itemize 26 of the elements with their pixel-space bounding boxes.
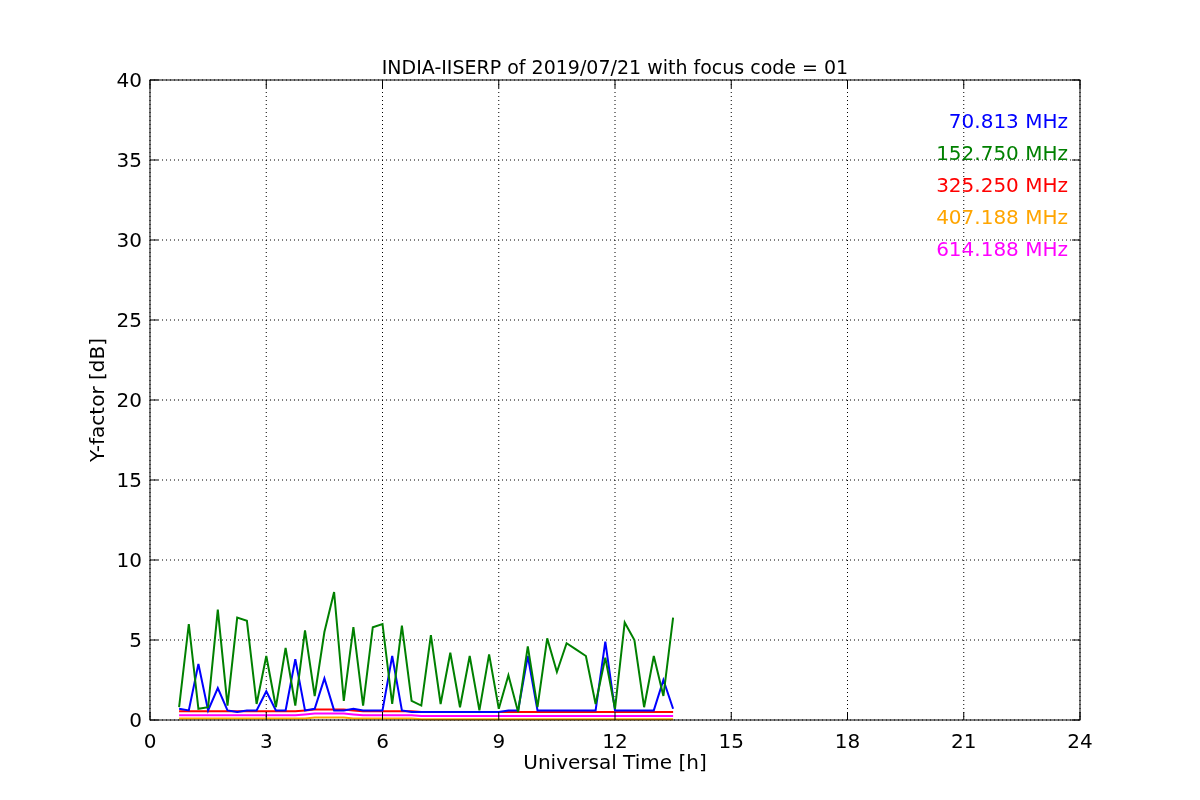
chart-title: INDIA-IISERP of 2019/07/21 with focus code = 01: [381, 56, 849, 78]
x-axis-label: Universal Time [h]: [523, 750, 707, 774]
legend-label: 325.250 MHz: [936, 173, 1068, 197]
x-tick-label: 6: [376, 729, 389, 753]
y-tick-label: 20: [116, 388, 142, 412]
x-tick-label: 15: [718, 729, 744, 753]
y-tick-label: 40: [116, 68, 142, 92]
y-tick-label: 25: [116, 308, 142, 332]
y-tick-label: 35: [116, 148, 142, 172]
legend-label: 70.813 MHz: [948, 109, 1068, 133]
x-tick-label: 18: [834, 729, 861, 753]
y-tick-label: 15: [116, 468, 142, 492]
x-tick-label: 12: [602, 729, 628, 753]
y-tick-label: 5: [129, 628, 142, 652]
legend-label: 407.188 MHz: [936, 205, 1068, 229]
x-tick-label: 21: [951, 729, 977, 753]
y-axis-label: Y-factor [dB]: [85, 338, 109, 462]
legend-label: 152.750 MHz: [936, 141, 1068, 165]
y-tick-label: 0: [129, 708, 142, 732]
legend-label: 614.188 MHz: [936, 237, 1068, 261]
x-tick-label: 3: [259, 729, 273, 753]
x-tick-label: 9: [492, 729, 506, 753]
y-tick-label: 30: [116, 228, 142, 252]
x-tick-label: 24: [1067, 729, 1093, 753]
y-tick-label: 10: [116, 548, 142, 572]
x-tick-label: 0: [143, 729, 157, 753]
